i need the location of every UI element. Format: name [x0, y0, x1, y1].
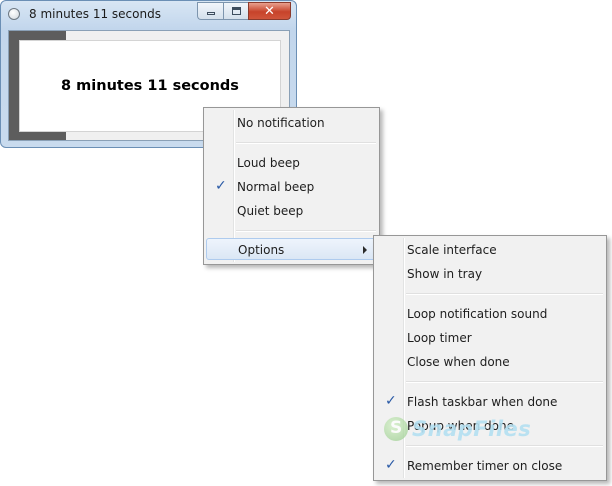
menu-item-normal-beep[interactable]: ✓ Normal beep [206, 176, 377, 198]
menu-item-label: Options [238, 243, 285, 257]
maximize-icon [231, 7, 241, 15]
menu-item-label: Loop notification sound [407, 307, 548, 321]
options-submenu: Scale interface Show in tray Loop notifi… [373, 235, 607, 481]
menu-separator [406, 445, 603, 447]
menu-separator [406, 381, 603, 383]
menu-item-label: Normal beep [237, 180, 315, 194]
close-icon: ✕ [264, 3, 275, 19]
submenu-arrow-icon [363, 246, 367, 254]
check-icon: ✓ [215, 178, 227, 194]
window-title: 8 minutes 11 seconds [29, 7, 161, 21]
menu-item-label: Scale interface [407, 243, 497, 257]
title-bar[interactable]: 8 minutes 11 seconds ✕ [1, 1, 296, 29]
menu-item-label: Loud beep [237, 156, 300, 170]
menu-item-loop-notification-sound[interactable]: Loop notification sound [376, 303, 604, 325]
menu-item-close-when-done[interactable]: Close when done [376, 351, 604, 373]
caption-buttons: ✕ [197, 2, 291, 20]
menu-item-label: Show in tray [407, 267, 483, 281]
menu-separator [236, 142, 376, 144]
minimize-button[interactable] [197, 2, 223, 20]
menu-item-remember-timer-on-close[interactable]: ✓ Remember timer on close [376, 455, 604, 477]
app-icon[interactable] [8, 8, 20, 20]
menu-separator [406, 293, 603, 295]
menu-item-loop-timer[interactable]: Loop timer [376, 327, 604, 349]
menu-item-label: Flash taskbar when done [407, 395, 558, 409]
menu-item-quiet-beep[interactable]: Quiet beep [206, 200, 377, 222]
menu-item-label: Loop timer [407, 331, 472, 345]
menu-item-label: No notification [237, 116, 325, 130]
menu-item-loud-beep[interactable]: Loud beep [206, 152, 377, 174]
check-icon: ✓ [385, 393, 397, 409]
menu-item-show-in-tray[interactable]: Show in tray [376, 263, 604, 285]
timer-remaining-text: 8 minutes 11 seconds [61, 78, 239, 94]
check-icon: ✓ [385, 457, 397, 473]
menu-item-label: Quiet beep [237, 204, 304, 218]
menu-item-popup-when-done[interactable]: Popup when done [376, 415, 604, 437]
menu-item-label: Popup when done [407, 419, 514, 433]
close-button[interactable]: ✕ [248, 2, 291, 20]
menu-item-options[interactable]: Options [206, 238, 377, 260]
menu-item-flash-taskbar-when-done[interactable]: ✓ Flash taskbar when done [376, 391, 604, 413]
menu-item-label: Remember timer on close [407, 459, 563, 473]
menu-item-scale-interface[interactable]: Scale interface [376, 239, 604, 261]
minimize-icon [206, 12, 215, 15]
menu-separator [236, 230, 376, 232]
maximize-button[interactable] [223, 2, 248, 20]
menu-item-label: Close when done [407, 355, 510, 369]
menu-item-no-notification[interactable]: No notification [206, 112, 377, 134]
context-menu: No notification Loud beep ✓ Normal beep … [203, 107, 380, 265]
